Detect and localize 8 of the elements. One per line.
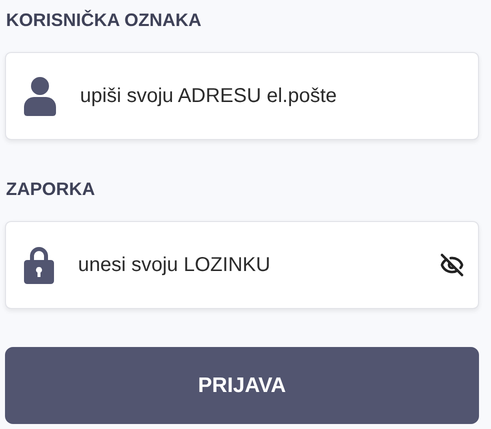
field-label: ZAPORKA [6, 178, 95, 200]
lock-icon [24, 246, 54, 284]
person-icon [24, 76, 56, 116]
password-field[interactable]: unesi svoju LOZINKU [76, 252, 440, 278]
login-button[interactable]: PRIJAVA [5, 347, 479, 424]
email-field[interactable]: upiši svoju ADRESU el.pošte [78, 84, 464, 108]
field-label: KORISNIČKA OZNAKA [6, 9, 202, 31]
eye-off-icon[interactable] [440, 253, 464, 277]
